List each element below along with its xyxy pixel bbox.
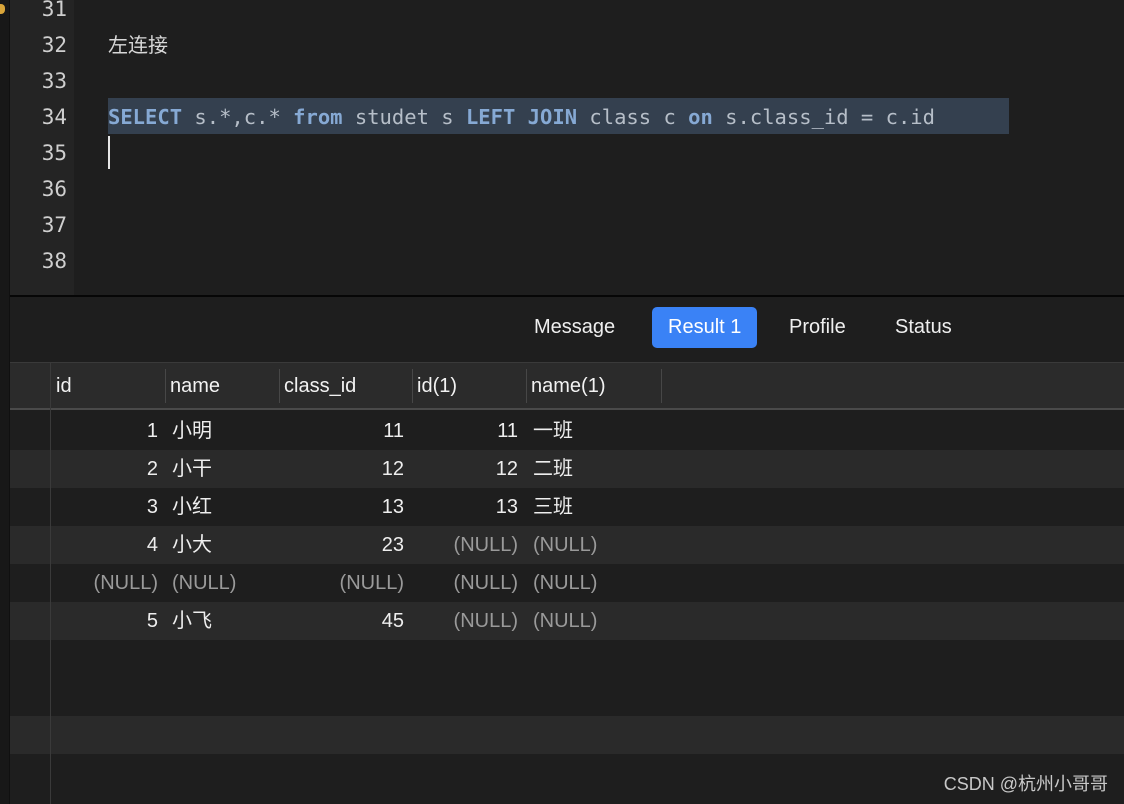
sql-keyword: SELECT: [108, 105, 183, 129]
comment-line[interactable]: 左连接: [108, 27, 168, 63]
line-number: 35: [41, 141, 67, 165]
cell-name[interactable]: 小飞: [172, 602, 272, 640]
sql-text: s.class_id = c.id: [712, 105, 935, 129]
tab-result-1[interactable]: Result 1: [652, 307, 758, 348]
cell-class-id[interactable]: 23: [280, 526, 404, 564]
table-row[interactable]: (NULL) (NULL) (NULL) (NULL) (NULL): [10, 564, 1124, 602]
column-header-name[interactable]: name: [166, 363, 278, 409]
sql-keyword: from: [293, 105, 343, 129]
cell-id-1[interactable]: 11: [413, 412, 518, 450]
empty-row: [10, 716, 1124, 754]
table-row[interactable]: 1 小明 11 11 一班: [10, 412, 1124, 450]
result-grid[interactable]: id name class_id id(1) name(1) 1 小明 11 11 一班…: [10, 362, 1124, 804]
cell-id-1[interactable]: (NULL): [413, 602, 518, 640]
cell-name-1[interactable]: (NULL): [533, 526, 663, 564]
cell-id-1[interactable]: (NULL): [413, 564, 518, 602]
cell-class-id[interactable]: 12: [280, 450, 404, 488]
cell-id-1[interactable]: (NULL): [413, 526, 518, 564]
line-number: 38: [41, 249, 67, 273]
cell-class-id[interactable]: 11: [280, 412, 404, 450]
line-number: 36: [41, 177, 67, 201]
line-number: 37: [41, 213, 67, 237]
table-row[interactable]: 2 小干 12 12 二班: [10, 450, 1124, 488]
line-number: 31: [41, 0, 67, 21]
cell-id[interactable]: 4: [58, 526, 158, 564]
column-resizer[interactable]: [661, 369, 662, 403]
cell-id-1[interactable]: 13: [413, 488, 518, 526]
cell-id[interactable]: 3: [58, 488, 158, 526]
table-row[interactable]: 4 小大 23 (NULL) (NULL): [10, 526, 1124, 564]
cell-name-1[interactable]: (NULL): [533, 564, 663, 602]
cell-class-id[interactable]: 45: [280, 602, 404, 640]
grid-header: id name class_id id(1) name(1): [10, 362, 1124, 410]
text-cursor: [108, 136, 110, 169]
column-header-id-1[interactable]: id(1): [413, 363, 525, 409]
row-gutter-divider: [50, 362, 51, 804]
cell-name[interactable]: 小大: [172, 526, 272, 564]
cell-id[interactable]: 5: [58, 602, 158, 640]
cell-name-1[interactable]: (NULL): [533, 602, 663, 640]
sql-keyword: LEFT JOIN: [465, 105, 578, 129]
cell-id-1[interactable]: 12: [413, 450, 518, 488]
cell-name[interactable]: (NULL): [172, 564, 272, 602]
warning-marker-icon: [0, 4, 5, 14]
cell-class-id[interactable]: (NULL): [280, 564, 404, 602]
line-number: 33: [41, 69, 67, 93]
sql-keyword: on: [688, 105, 713, 129]
cell-id[interactable]: 1: [58, 412, 158, 450]
table-row[interactable]: 3 小红 13 13 三班: [10, 488, 1124, 526]
tab-profile[interactable]: Profile: [773, 307, 862, 348]
watermark: CSDN @杭州小哥哥: [943, 774, 1108, 794]
line-number: 32: [41, 33, 67, 57]
tab-message[interactable]: Message: [518, 307, 631, 348]
cell-name[interactable]: 小红: [172, 488, 272, 526]
tab-status[interactable]: Status: [879, 307, 968, 348]
column-header-name-1[interactable]: name(1): [527, 363, 661, 409]
cell-id[interactable]: 2: [58, 450, 158, 488]
column-header-id[interactable]: id: [52, 363, 164, 409]
sql-text: class c: [577, 105, 689, 129]
cell-name-1[interactable]: 三班: [533, 488, 663, 526]
cell-name-1[interactable]: 一班: [533, 412, 663, 450]
sql-text: s.*,c.*: [182, 105, 294, 129]
left-window-edge: [0, 0, 10, 804]
cell-id[interactable]: (NULL): [58, 564, 158, 602]
sql-text: studet s: [342, 105, 466, 129]
line-number: 34: [41, 105, 67, 129]
line-number-gutter: 31 32 33 34 35 36 37 38: [10, 0, 74, 295]
sql-editor[interactable]: 31 32 33 34 35 36 37 38 左连接 SELECT s.*,c…: [10, 0, 1124, 295]
result-tab-bar: Message Result 1 Profile Status: [10, 297, 1124, 362]
cell-name[interactable]: 小明: [172, 412, 272, 450]
table-row[interactable]: 5 小飞 45 (NULL) (NULL): [10, 602, 1124, 640]
cell-class-id[interactable]: 13: [280, 488, 404, 526]
cell-name-1[interactable]: 二班: [533, 450, 663, 488]
cell-name[interactable]: 小干: [172, 450, 272, 488]
column-header-class-id[interactable]: class_id: [280, 363, 412, 409]
sql-query-line[interactable]: SELECT s.*,c.* from studet s LEFT JOIN c…: [108, 99, 935, 135]
